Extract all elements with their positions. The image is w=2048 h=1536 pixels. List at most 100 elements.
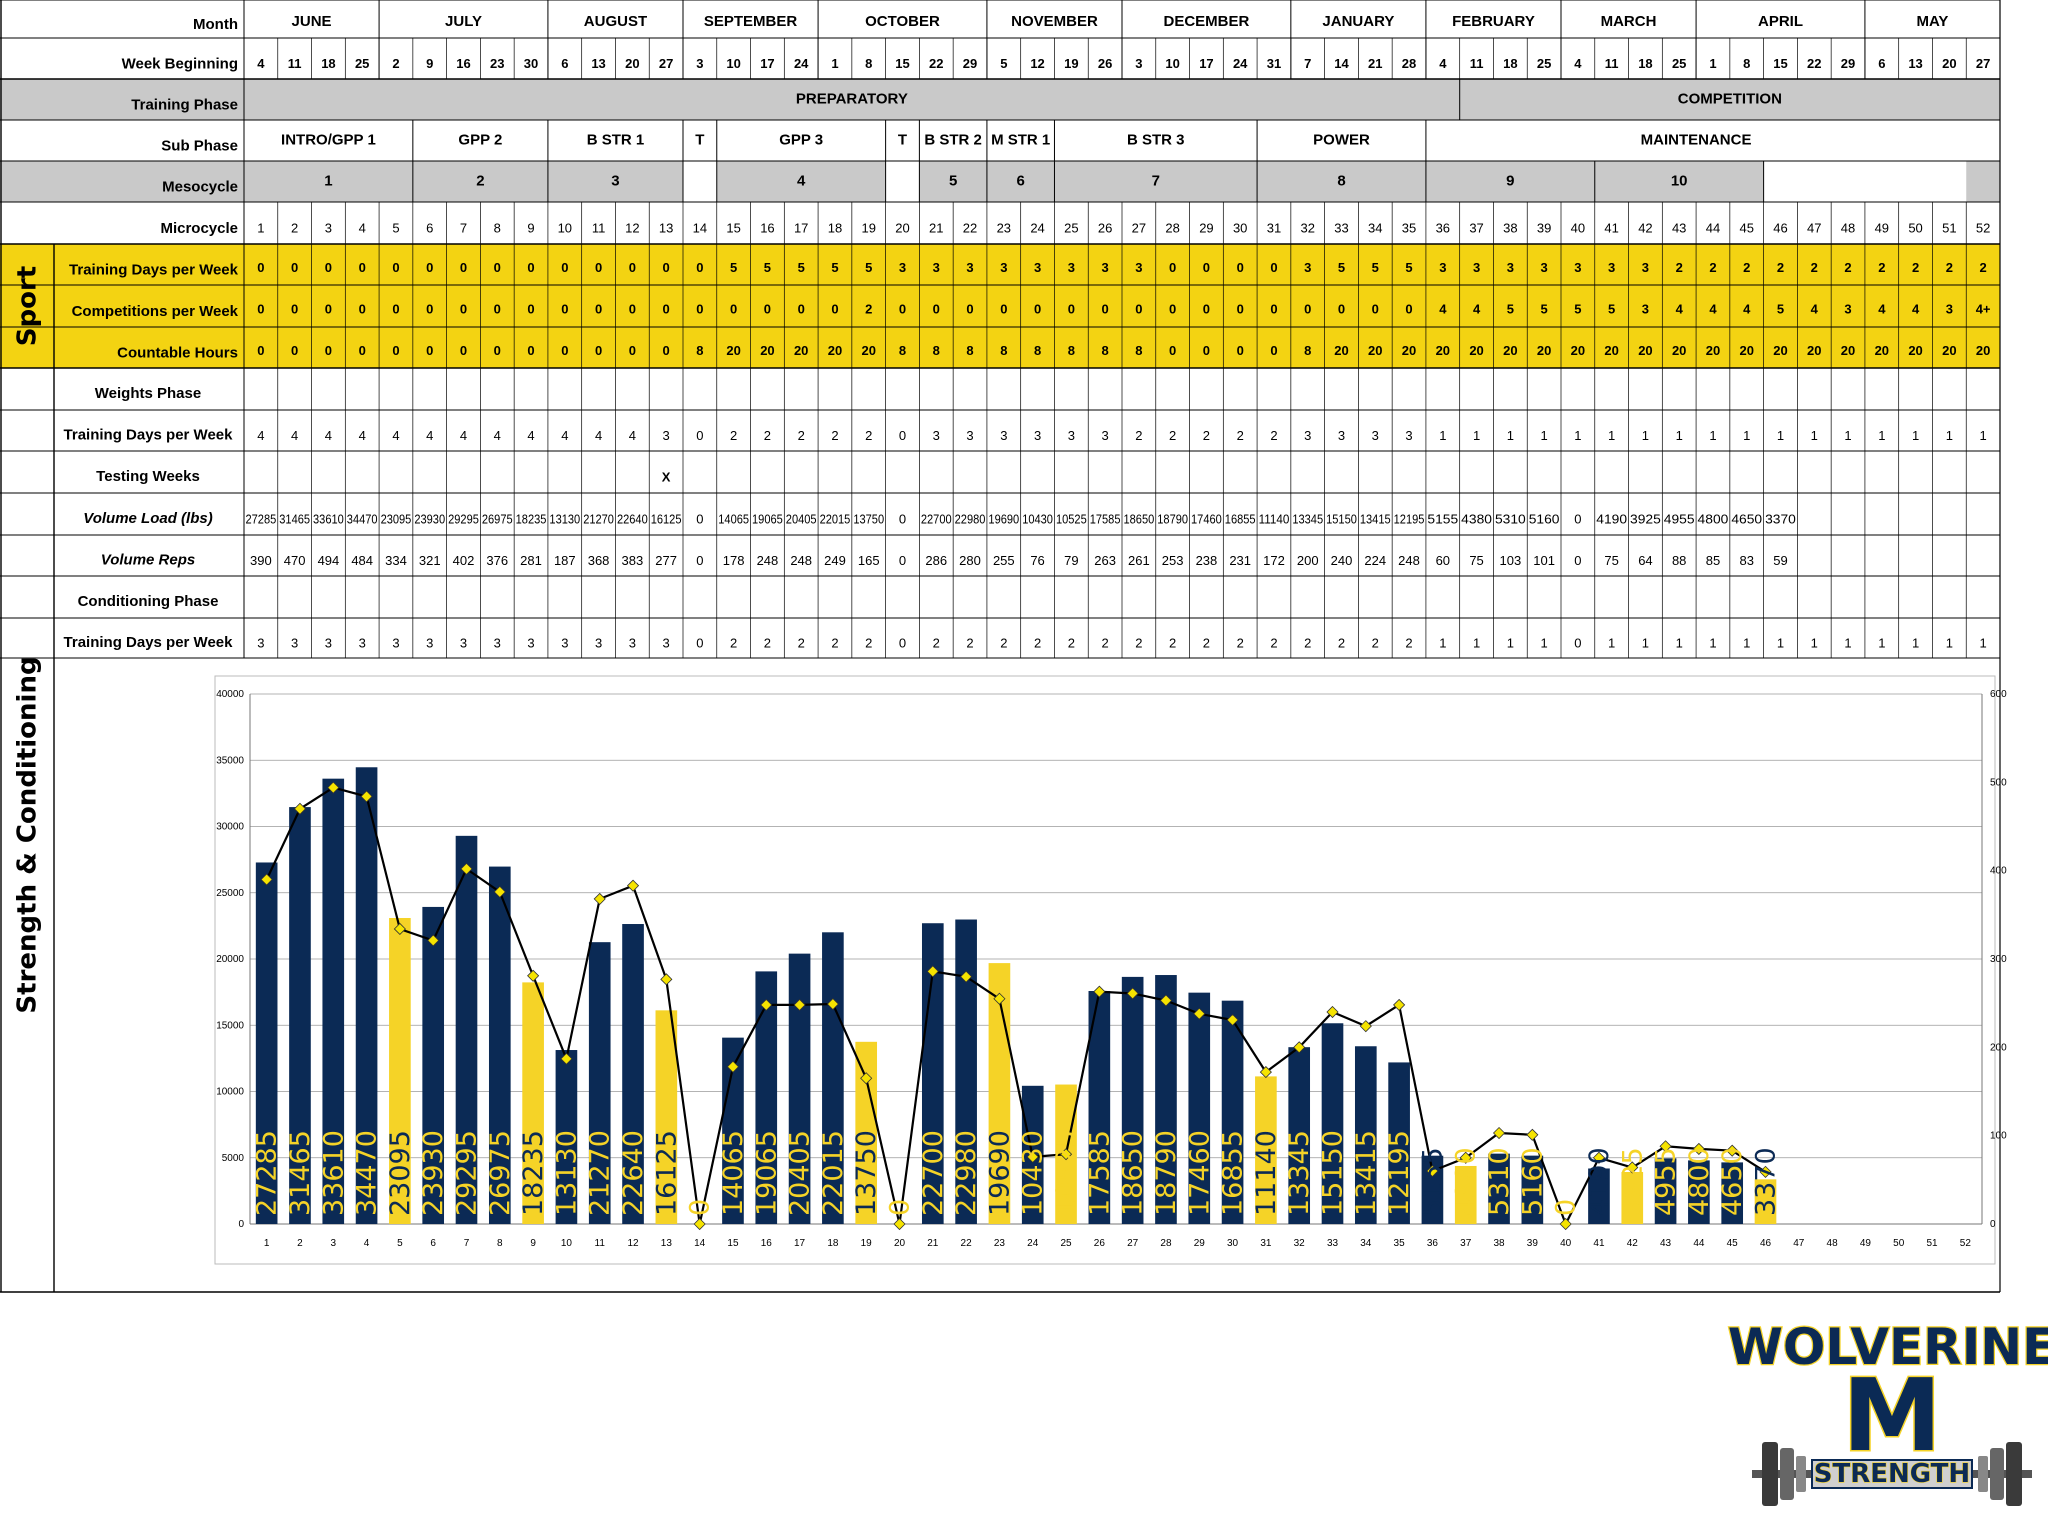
microcycle-number: 22: [963, 220, 977, 235]
sc-training-days-value: 1: [1743, 428, 1750, 443]
week-beginning-value: 13: [591, 56, 605, 71]
y-left-tick-label: 40000: [216, 689, 244, 700]
sub-phase-segment: POWER: [1313, 131, 1370, 148]
x-tick-label: 4: [364, 1238, 370, 1249]
week-beginning-value: 4: [257, 56, 265, 71]
sc-training-days-value: 3: [662, 428, 669, 443]
competitions-value: 0: [595, 301, 602, 316]
volume-reps-value: 64: [1638, 553, 1652, 568]
competitions-value: 0: [696, 301, 703, 316]
sc-training-days-value: 4: [629, 428, 636, 443]
x-tick-label: 40: [1560, 1238, 1572, 1249]
volume-load-value: 22015: [820, 511, 851, 526]
sc-training-days-value: 4: [325, 428, 332, 443]
sport-training-days-value: 2: [1844, 260, 1851, 275]
conditioning-days-value: 3: [561, 635, 568, 650]
sport-training-days-value: 2: [1676, 260, 1683, 275]
sport-training-days-value: 0: [527, 260, 534, 275]
week-beginning-value: 23: [490, 56, 504, 71]
sport-training-days-value: 0: [426, 260, 433, 275]
y-right-tick-label: 300: [1990, 954, 2007, 965]
sport-training-days-value: 0: [629, 260, 636, 275]
countable-hours-value: 20: [1672, 343, 1686, 358]
y-right-tick-label: 100: [1990, 1131, 2007, 1142]
competitions-value: 0: [291, 301, 298, 316]
conditioning-days-value: 1: [1642, 635, 1649, 650]
conditioning-days-value: 1: [1743, 635, 1750, 650]
x-tick-label: 35: [1394, 1238, 1406, 1249]
x-tick-label: 14: [694, 1238, 706, 1249]
volume-reps-value: 83: [1739, 553, 1753, 568]
countable-hours-value: 0: [494, 343, 501, 358]
bar-data-label: 22700: [918, 1130, 949, 1216]
bar-data-label: 19690: [984, 1130, 1015, 1216]
sub-phase-segment: T: [695, 131, 704, 148]
volume-reps-value: 75: [1469, 553, 1483, 568]
row-label-volume_reps: Volume Reps: [101, 551, 195, 568]
x-tick-label: 51: [1926, 1238, 1938, 1249]
competitions-value: 4: [1676, 301, 1684, 316]
sport-training-days-value: 3: [1608, 260, 1615, 275]
week-beginning-value: 25: [1672, 56, 1686, 71]
bar-data-label: 0: [685, 1199, 716, 1216]
conditioning-days-value: 1: [1473, 635, 1480, 650]
training-phase-segment: PREPARATORY: [796, 90, 908, 107]
volume-reps-value: 390: [250, 553, 272, 568]
competitions-value: 0: [1304, 301, 1311, 316]
mesocycle-segment: 9: [1506, 172, 1514, 189]
month-label: FEBRUARY: [1452, 13, 1535, 30]
week-beginning-value: 5: [1000, 56, 1007, 71]
x-tick-label: 24: [1027, 1238, 1039, 1249]
conditioning-days-value: 1: [1507, 635, 1514, 650]
volume-load-value: 17585: [1090, 511, 1121, 526]
volume-load-value: 4650: [1731, 511, 1762, 526]
sport-training-days-value: 0: [1203, 260, 1210, 275]
week-beginning-value: 29: [963, 56, 977, 71]
volume-reps-value: 376: [486, 553, 508, 568]
volume-load-value: 13345: [1292, 511, 1323, 526]
week-beginning-value: 18: [1503, 56, 1517, 71]
volume-reps-value: 60: [1436, 553, 1450, 568]
sport-training-days-value: 3: [1000, 260, 1007, 275]
countable-hours-value: 20: [1841, 343, 1855, 358]
countable-hours-value: 0: [460, 343, 467, 358]
conditioning-days-value: 3: [460, 635, 467, 650]
microcycle-number: 24: [1030, 220, 1044, 235]
sport-training-days-value: 0: [1169, 260, 1176, 275]
bar-data-label: 31465: [285, 1130, 316, 1216]
volume-load-value: 29295: [448, 511, 479, 526]
volume-load-value: 5155: [1427, 511, 1458, 526]
sport-training-days-value: 2: [1709, 260, 1716, 275]
microcycle-number: 31: [1267, 220, 1281, 235]
week-beginning-value: 7: [1304, 56, 1311, 71]
week-beginning-value: 29: [1841, 56, 1855, 71]
volume-reps-value: 103: [1499, 553, 1521, 568]
week-beginning-value: 11: [1470, 56, 1484, 71]
x-tick-label: 42: [1627, 1238, 1639, 1249]
x-tick-label: 31: [1260, 1238, 1272, 1249]
sub-phase-segment: GPP 2: [458, 131, 502, 148]
sc-training-days-value: 4: [527, 428, 534, 443]
competitions-value: 0: [426, 301, 433, 316]
microcycle-number: 1: [257, 220, 264, 235]
microcycle-number: 14: [693, 220, 707, 235]
conditioning-days-value: 3: [392, 635, 399, 650]
competitions-value: 4: [1473, 301, 1481, 316]
sub-phase-segment: T: [898, 131, 907, 148]
sport-training-days-value: 0: [561, 260, 568, 275]
week-beginning-value: 14: [1334, 56, 1349, 71]
countable-hours-value: 20: [1469, 343, 1483, 358]
microcycle-number: 34: [1368, 220, 1382, 235]
countable-hours-value: 0: [527, 343, 534, 358]
x-tick-label: 22: [961, 1238, 973, 1249]
sport-training-days-value: 0: [460, 260, 467, 275]
x-tick-label: 37: [1460, 1238, 1472, 1249]
month-label: JANUARY: [1322, 13, 1394, 30]
countable-hours-value: 8: [933, 343, 940, 358]
countable-hours-value: 20: [1334, 343, 1348, 358]
bar-data-label: 4190: [1584, 1147, 1615, 1216]
bar-data-label: 15150: [1318, 1130, 1349, 1216]
sport-training-days-value: 0: [1270, 260, 1277, 275]
week-beginning-value: 15: [1773, 56, 1787, 71]
microcycle-number: 27: [1132, 220, 1146, 235]
